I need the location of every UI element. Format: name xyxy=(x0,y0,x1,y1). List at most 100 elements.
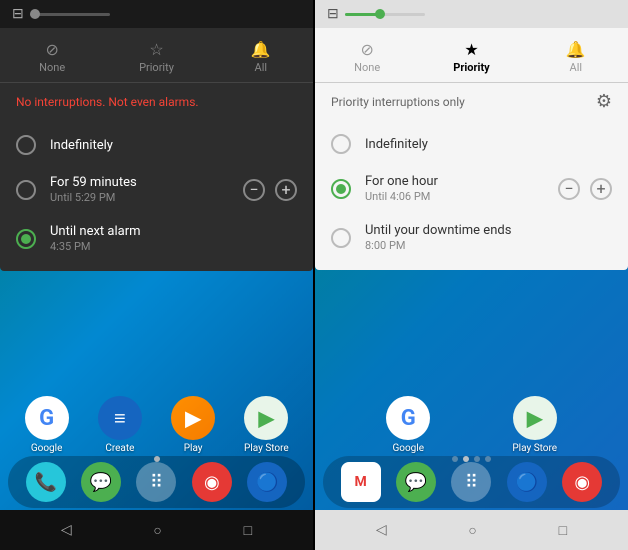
stepper-59min-left: − + xyxy=(243,179,297,201)
dock-phone-left[interactable]: 📞 xyxy=(26,462,66,502)
option-downtime-sub-right: 8:00 PM xyxy=(365,239,612,252)
vibrate-icon-left: ⊟ xyxy=(12,6,24,22)
app-row-right: G Google ▶ Play Store xyxy=(325,396,618,454)
tab-all-label-right: All xyxy=(570,61,583,74)
google-icon-right: G xyxy=(386,396,430,440)
playstore-icon-right: ▶ xyxy=(513,396,557,440)
tab-none-right[interactable]: ⊘ None xyxy=(315,36,419,78)
dock-chrome-right[interactable]: ◉ xyxy=(562,462,602,502)
nav-home-left[interactable]: ○ xyxy=(153,522,161,539)
tab-priority-label-right: Priority xyxy=(453,61,489,74)
app-google-left[interactable]: G Google xyxy=(19,396,74,454)
left-phone-panel: ⊟ ⊘ None ☆ Priority 🔔 All No interruptio… xyxy=(0,0,313,550)
dock-apps-right[interactable]: ⠿ xyxy=(451,462,491,502)
options-list-right: Indefinitely For one hour Until 4:06 PM … xyxy=(315,120,628,270)
app-row-left: G Google ≡ Create ▶ Play ▶ Play Store xyxy=(10,396,303,454)
all-icon-left: 🔔 xyxy=(251,40,271,59)
option-59min-label-left: For 59 minutes xyxy=(50,175,243,190)
slider-thumb-right xyxy=(375,9,385,19)
dock-photos-right[interactable]: 🔵 xyxy=(507,462,547,502)
app-google-right[interactable]: G Google xyxy=(381,396,436,454)
play-icon-left: ▶ xyxy=(171,396,215,440)
dock-photos-left[interactable]: 🔵 xyxy=(247,462,287,502)
radio-59min-left[interactable] xyxy=(16,180,36,200)
option-59min-sub-left: Until 5:29 PM xyxy=(50,191,243,204)
gear-icon-right[interactable]: ⚙ xyxy=(596,91,612,112)
option-alarm-sub-left: 4:35 PM xyxy=(50,240,297,253)
tab-priority-left[interactable]: ☆ Priority xyxy=(104,36,208,78)
options-list-left: Indefinitely For 59 minutes Until 5:29 P… xyxy=(0,121,313,271)
option-alarm-left[interactable]: Until next alarm 4:35 PM xyxy=(0,214,313,263)
right-notification-panel: ⊟ ⊘ None ★ Priority 🔔 All Priority inte xyxy=(315,0,628,270)
option-indefinitely-right[interactable]: Indefinitely xyxy=(315,124,628,164)
tab-none-left[interactable]: ⊘ None xyxy=(0,36,104,78)
priority-icon-right: ★ xyxy=(464,40,478,59)
playstore-icon-left: ▶ xyxy=(244,396,288,440)
vibrate-icon-right: ⊟ xyxy=(327,6,339,22)
tab-all-right[interactable]: 🔔 All xyxy=(524,36,628,78)
priority-info-row: Priority interruptions only ⚙ xyxy=(315,83,628,120)
slider-fill-right xyxy=(345,13,377,16)
bottom-dock-right: M 💬 ⠿ 🔵 ◉ xyxy=(323,456,620,508)
dock-gmail-right[interactable]: M xyxy=(341,462,381,502)
dock-chrome-left[interactable]: ◉ xyxy=(192,462,232,502)
bottom-dock-left: 📞 💬 ⠿ ◉ 🔵 xyxy=(8,456,305,508)
option-indefinitely-label-right: Indefinitely xyxy=(365,137,612,152)
radio-onehour-right[interactable] xyxy=(331,179,351,199)
priority-icon-left: ☆ xyxy=(149,40,163,59)
radio-indefinitely-right[interactable] xyxy=(331,134,351,154)
option-indefinitely-left[interactable]: Indefinitely xyxy=(0,125,313,165)
tab-all-left[interactable]: 🔔 All xyxy=(209,36,313,78)
option-onehour-sub-right: Until 4:06 PM xyxy=(365,190,558,203)
dock-apps-left[interactable]: ⠿ xyxy=(136,462,176,502)
option-onehour-right[interactable]: For one hour Until 4:06 PM − + xyxy=(315,164,628,213)
all-icon-right: 🔔 xyxy=(566,40,586,59)
radio-downtime-right[interactable] xyxy=(331,228,351,248)
right-phone-panel: ⊟ ⊘ None ★ Priority 🔔 All Priority inte xyxy=(315,0,628,550)
priority-info-text: Priority interruptions only xyxy=(331,95,465,109)
tab-priority-right[interactable]: ★ Priority xyxy=(419,36,523,78)
decrement-btn-left[interactable]: − xyxy=(243,179,265,201)
app-playstore-right[interactable]: ▶ Play Store xyxy=(507,396,562,454)
volume-slider-left[interactable] xyxy=(30,13,110,16)
nav-recents-right[interactable]: □ xyxy=(559,522,567,539)
alert-message-left: No interruptions. Not even alarms. xyxy=(0,83,313,121)
right-dnd-tabs: ⊘ None ★ Priority 🔔 All xyxy=(315,28,628,83)
left-dnd-tabs: ⊘ None ☆ Priority 🔔 All xyxy=(0,28,313,83)
left-notification-panel: ⊟ ⊘ None ☆ Priority 🔔 All No interruptio… xyxy=(0,0,313,271)
app-play-left[interactable]: ▶ Play xyxy=(166,396,221,454)
google-icon-left: G xyxy=(25,396,69,440)
volume-slider-right[interactable] xyxy=(345,13,425,16)
decrement-btn-right[interactable]: − xyxy=(558,178,580,200)
tab-all-label-left: All xyxy=(255,61,268,74)
option-onehour-label-right: For one hour xyxy=(365,174,558,189)
option-59min-left[interactable]: For 59 minutes Until 5:29 PM − + xyxy=(0,165,313,214)
create-icon-left: ≡ xyxy=(98,396,142,440)
option-downtime-right[interactable]: Until your downtime ends 8:00 PM xyxy=(315,213,628,262)
none-icon-left: ⊘ xyxy=(45,40,58,59)
slider-thumb-left xyxy=(30,9,40,19)
nav-back-right[interactable]: ◁ xyxy=(376,522,387,538)
dock-hangouts-right[interactable]: 💬 xyxy=(396,462,436,502)
app-create-left[interactable]: ≡ Create xyxy=(92,396,147,454)
tab-priority-label-left: Priority xyxy=(139,61,174,74)
stepper-onehour-right: − + xyxy=(558,178,612,200)
none-icon-right: ⊘ xyxy=(360,40,373,59)
nav-back-left[interactable]: ◁ xyxy=(61,522,72,538)
increment-btn-left[interactable]: + xyxy=(275,179,297,201)
increment-btn-right[interactable]: + xyxy=(590,178,612,200)
nav-bar-right: ◁ ○ □ xyxy=(315,510,628,550)
nav-recents-left[interactable]: □ xyxy=(244,522,252,539)
dock-hangouts-left[interactable]: 💬 xyxy=(81,462,121,502)
option-alarm-label-left: Until next alarm xyxy=(50,224,297,239)
nav-home-right[interactable]: ○ xyxy=(468,522,476,539)
right-status-bar: ⊟ xyxy=(315,0,628,28)
app-playstore-left[interactable]: ▶ Play Store xyxy=(239,396,294,454)
radio-indefinitely-left[interactable] xyxy=(16,135,36,155)
tab-none-label-left: None xyxy=(39,61,65,74)
left-status-bar: ⊟ xyxy=(0,0,313,28)
option-indefinitely-label-left: Indefinitely xyxy=(50,138,297,153)
nav-bar-left: ◁ ○ □ xyxy=(0,510,313,550)
radio-alarm-left[interactable] xyxy=(16,229,36,249)
tab-none-label-right: None xyxy=(354,61,380,74)
